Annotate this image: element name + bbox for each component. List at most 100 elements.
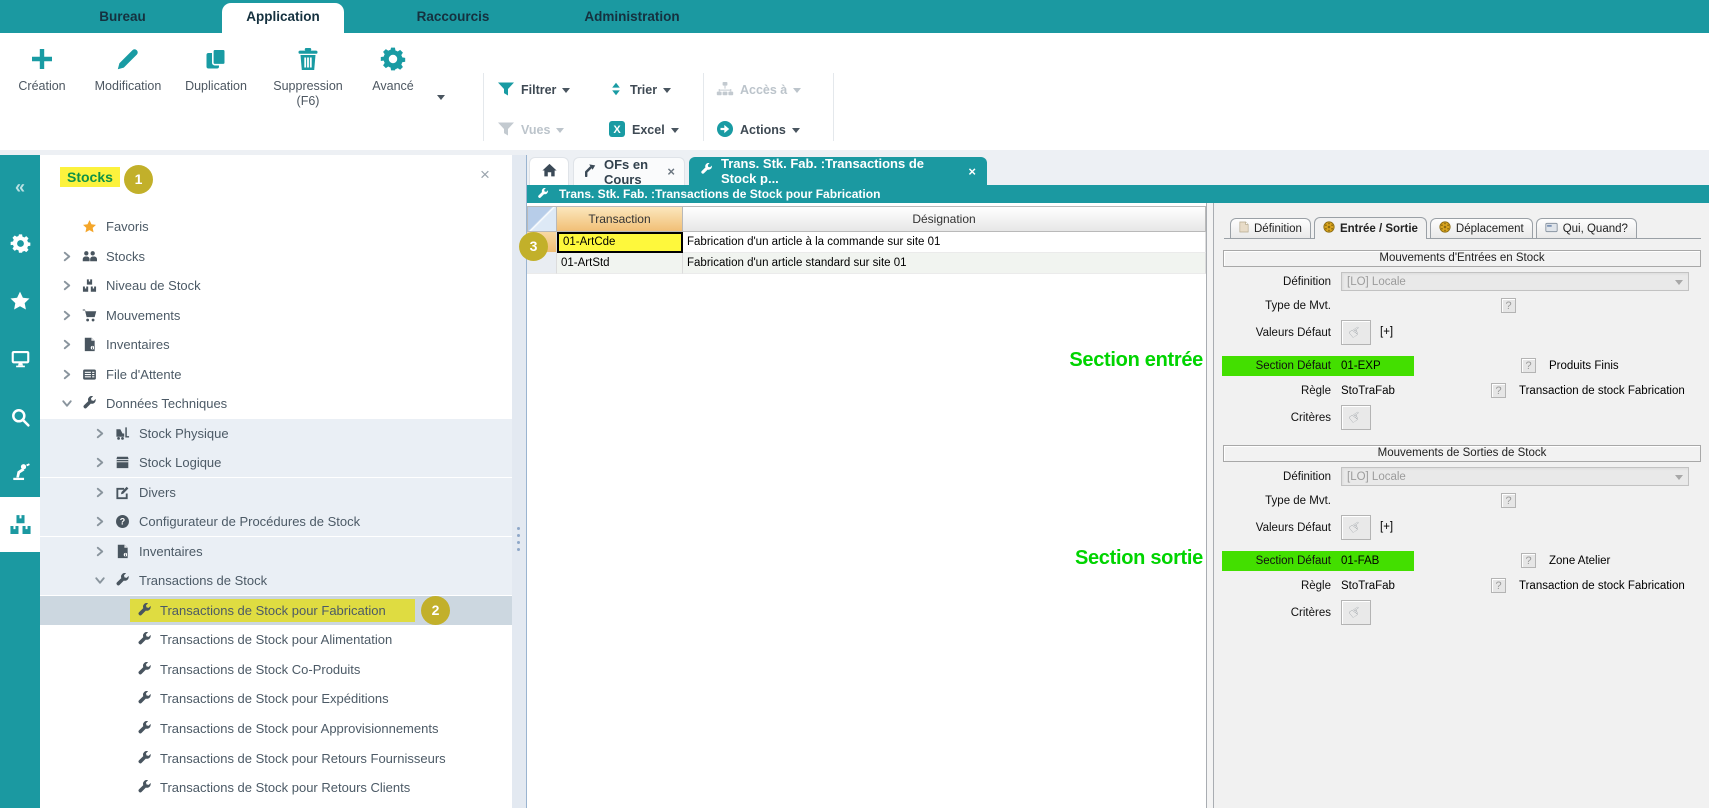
advanced-button[interactable]: Avancé	[358, 43, 428, 94]
tree-item[interactable]: Transactions de Stock pour Alimentation	[40, 625, 512, 654]
help-button[interactable]: ?	[1521, 358, 1536, 373]
gear-icon	[380, 46, 406, 76]
menu-tab-raccourcis[interactable]: Raccourcis	[383, 0, 523, 33]
filter-icon	[497, 121, 515, 140]
tree-item[interactable]: Inventaires	[40, 330, 512, 359]
hand-picker-button[interactable]: ☞	[1341, 320, 1371, 345]
help-button[interactable]: ?	[1501, 493, 1516, 508]
close-icon[interactable]: ×	[667, 164, 675, 179]
chevron-right-icon[interactable]	[95, 515, 105, 528]
tree-item[interactable]: Transactions de Stock pour Fabrication 2	[40, 596, 512, 625]
document-title-bar: Trans. Stk. Fab. :Transactions de Stock …	[527, 185, 1709, 203]
chevron-right-icon[interactable]	[62, 250, 72, 263]
chevron-right-icon[interactable]	[62, 338, 72, 351]
chevron-right-icon[interactable]	[62, 279, 72, 292]
tree-item[interactable]: Transactions de Stock	[40, 566, 512, 595]
tree-item[interactable]: Transactions de Stock pour Retours Fourn…	[40, 744, 512, 773]
hand-picker-button[interactable]: ☞	[1341, 515, 1371, 540]
close-icon[interactable]: ×	[968, 164, 976, 179]
tree-item[interactable]: Transactions de Stock pour Expéditions	[40, 684, 512, 713]
help-button[interactable]: ?	[1491, 578, 1506, 593]
create-button[interactable]: Création	[2, 43, 82, 94]
help-button[interactable]: ?	[1521, 553, 1536, 568]
default-section-value[interactable]: 01-FAB	[1341, 551, 1379, 571]
chevron-down-icon[interactable]	[94, 576, 107, 586]
collapse-icon[interactable]: «	[0, 169, 40, 205]
column-header-designation[interactable]: Désignation	[683, 206, 1206, 232]
tree-item[interactable]: Transactions de Stock pour Retours Clien…	[40, 773, 512, 802]
default-section-value[interactable]: 01-EXP	[1341, 356, 1381, 376]
tree-item[interactable]: Transactions de Stock Co-Produits	[40, 655, 512, 684]
stocks-boxes-icon[interactable]	[0, 497, 40, 552]
chevron-down-icon[interactable]	[671, 128, 679, 137]
sort-button[interactable]: Trier	[608, 77, 671, 103]
chevron-right-icon[interactable]	[95, 427, 105, 440]
detail-splitter[interactable]	[1206, 203, 1214, 808]
tree-item[interactable]: Stock Physique	[40, 419, 512, 448]
designation-cell[interactable]: Fabrication d'un article à la commande s…	[683, 232, 1206, 253]
rule-value[interactable]: StoTraFab	[1341, 383, 1395, 399]
close-icon[interactable]: ×	[480, 165, 490, 185]
chevron-right-icon[interactable]	[95, 456, 105, 469]
hand-picker-button[interactable]: ☞	[1341, 405, 1371, 430]
table-row[interactable]: 01-ArtCde Fabrication d'un article à la …	[527, 232, 1206, 253]
help-button[interactable]: ?	[1491, 383, 1506, 398]
tree-item[interactable]: Stock Logique	[40, 448, 512, 477]
tab-qui-quand[interactable]: Qui, Quand?	[1536, 218, 1637, 238]
transaction-cell[interactable]: 01-ArtStd	[557, 253, 683, 274]
tree-item[interactable]: Divers	[40, 478, 512, 507]
tree-item[interactable]: Stocks	[40, 242, 512, 271]
rule-value[interactable]: StoTraFab	[1341, 578, 1395, 594]
table-corner-cell[interactable]	[527, 206, 557, 232]
transaction-cell[interactable]: 01-ArtCde	[557, 232, 683, 253]
add-default-value-button[interactable]: [+]	[1380, 320, 1393, 345]
definition-select[interactable]: [LO] Locale	[1341, 272, 1689, 291]
tab-ofs-en-cours[interactable]: OFs en Cours ×	[573, 157, 685, 185]
chevron-right-icon[interactable]	[95, 545, 105, 558]
modify-button[interactable]: Modification	[84, 43, 172, 94]
tab-entree-sortie[interactable]: Entrée / Sortie	[1314, 217, 1427, 239]
definition-select[interactable]: [LO] Locale	[1341, 467, 1689, 486]
actions-button[interactable]: Actions	[716, 117, 800, 143]
tree-item[interactable]: File d'Attente	[40, 360, 512, 389]
access-button[interactable]: Accès à	[716, 77, 801, 103]
tree-item[interactable]: Transactions de Stock pour Approvisionne…	[40, 714, 512, 743]
desktop-icon[interactable]	[0, 341, 40, 377]
chevron-down-icon[interactable]	[61, 399, 74, 409]
help-button[interactable]: ?	[1501, 298, 1516, 313]
tree-item[interactable]: Niveau de Stock	[40, 271, 512, 300]
menu-tab-bureau[interactable]: Bureau	[55, 0, 190, 33]
chevron-right-icon[interactable]	[95, 486, 105, 499]
duplicate-button[interactable]: Duplication	[174, 43, 258, 94]
search-icon[interactable]	[0, 399, 40, 435]
tab-transactions-stock[interactable]: Trans. Stk. Fab. :Transactions de Stock …	[689, 157, 987, 185]
tree-item[interactable]: Mouvements	[40, 301, 512, 330]
tab-definition[interactable]: Définition	[1230, 218, 1311, 238]
menu-tab-application[interactable]: Application	[222, 3, 344, 33]
chevron-down-icon[interactable]	[663, 88, 671, 97]
chevron-right-icon[interactable]	[62, 368, 72, 381]
modules-wheel-icon[interactable]	[0, 225, 40, 261]
excel-button[interactable]: X Excel	[608, 117, 679, 143]
delete-button[interactable]: Suppression(F6)	[260, 43, 356, 109]
chevron-down-icon[interactable]	[792, 128, 800, 137]
chevron-down-icon[interactable]	[437, 95, 445, 104]
tree-item[interactable]: Données Techniques	[40, 389, 512, 418]
menu-tab-administration[interactable]: Administration	[552, 0, 712, 33]
favorites-star-icon[interactable]	[0, 283, 40, 319]
chevron-down-icon[interactable]	[562, 88, 570, 97]
column-header-transaction[interactable]: Transaction	[557, 206, 683, 232]
add-default-value-button[interactable]: [+]	[1380, 515, 1393, 540]
designation-cell[interactable]: Fabrication d'un article standard sur si…	[683, 253, 1206, 274]
tab-home[interactable]	[529, 157, 569, 185]
tree-item[interactable]: ? Configurateur de Procédures de Stock	[40, 507, 512, 536]
views-button[interactable]: Vues	[497, 117, 564, 143]
hand-picker-button[interactable]: ☞	[1341, 600, 1371, 625]
tab-deplacement[interactable]: Déplacement	[1430, 218, 1533, 238]
tree-item[interactable]: Favoris	[40, 212, 512, 241]
chevron-right-icon[interactable]	[62, 309, 72, 322]
filter-button[interactable]: Filtrer	[497, 77, 570, 103]
table-row[interactable]: 01-ArtStd Fabrication d'un article stand…	[527, 253, 1206, 274]
robot-icon[interactable]	[0, 453, 40, 489]
tree-item[interactable]: Inventaires	[40, 537, 512, 566]
